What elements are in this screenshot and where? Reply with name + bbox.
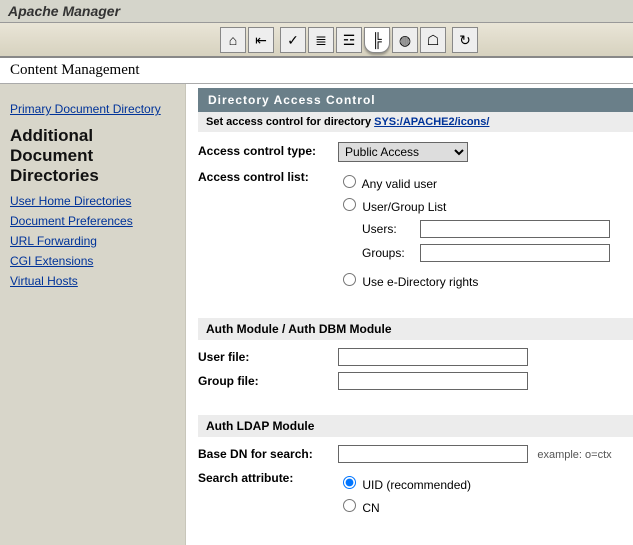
doc-tree-icon[interactable]: ☲ — [336, 27, 362, 53]
radio-user-group[interactable] — [343, 198, 356, 211]
panel-subhead: Set access control for directory SYS:/AP… — [198, 112, 633, 132]
radio-uid-label: UID (recommended) — [362, 478, 471, 492]
app-title-bar: Apache Manager — [0, 0, 633, 23]
section-auth-module: Auth Module / Auth DBM Module — [198, 318, 633, 340]
main-panel: Directory Access Control Set access cont… — [186, 84, 633, 545]
label-groups: Groups: — [362, 246, 417, 260]
label-group-file: Group file: — [198, 372, 338, 388]
users-input[interactable] — [420, 220, 610, 238]
radio-edir[interactable] — [343, 273, 356, 286]
globe-icon[interactable]: ◍ — [392, 27, 418, 53]
tree-icon[interactable]: ╠ — [364, 27, 390, 53]
home-icon[interactable]: ⌂ — [220, 27, 246, 53]
sidebar-heading: Additional Document Directories — [10, 126, 175, 186]
radio-cn-label: CN — [362, 501, 379, 515]
group-file-input[interactable] — [338, 372, 528, 390]
label-search-attr: Search attribute: — [198, 469, 338, 485]
sidebar-item-doc-prefs[interactable]: Document Preferences — [10, 214, 175, 228]
server-icon[interactable]: ☖ — [420, 27, 446, 53]
toolbar: ⌂ ⇤ ✓ ≣ ☲ ╠ ◍ ☖ ↻ — [220, 27, 478, 53]
radio-any-valid-label: Any valid user — [362, 177, 437, 191]
panel-title: Directory Access Control — [198, 88, 633, 112]
directory-link[interactable]: SYS:/APACHE2/icons/ — [374, 116, 489, 128]
label-users: Users: — [362, 222, 417, 236]
breadcrumb: Content Management — [0, 58, 633, 84]
label-ac-list: Access control list: — [198, 168, 338, 184]
radio-edir-label: Use e-Directory rights — [362, 275, 478, 289]
app-title: Apache Manager — [8, 3, 120, 19]
sidebar-item-user-home[interactable]: User Home Directories — [10, 194, 175, 208]
doc-lines-icon[interactable]: ≣ — [308, 27, 334, 53]
label-ac-type: Access control type: — [198, 142, 338, 158]
ac-type-select[interactable]: Public Access — [338, 142, 468, 162]
radio-uid[interactable] — [343, 476, 356, 489]
radio-any-valid[interactable] — [343, 175, 356, 188]
user-file-input[interactable] — [338, 348, 528, 366]
exit-icon[interactable]: ⇤ — [248, 27, 274, 53]
doc-check-icon[interactable]: ✓ — [280, 27, 306, 53]
base-dn-input[interactable] — [338, 445, 528, 463]
label-user-file: User file: — [198, 348, 338, 364]
section-ldap-module: Auth LDAP Module — [198, 415, 633, 437]
refresh-icon[interactable]: ↻ — [452, 27, 478, 53]
toolbar-region: ⌂ ⇤ ✓ ≣ ☲ ╠ ◍ ☖ ↻ — [0, 23, 633, 58]
base-dn-hint: example: o=ctx — [537, 449, 611, 461]
sidebar-item-cgi[interactable]: CGI Extensions — [10, 254, 175, 268]
sidebar-item-vhosts[interactable]: Virtual Hosts — [10, 274, 175, 288]
radio-cn[interactable] — [343, 499, 356, 512]
sidebar-item-url-forwarding[interactable]: URL Forwarding — [10, 234, 175, 248]
sidebar-primary-link[interactable]: Primary Document Directory — [10, 102, 175, 116]
sidebar: Primary Document Directory Additional Do… — [0, 84, 186, 545]
radio-user-group-label: User/Group List — [362, 200, 446, 214]
label-base-dn: Base DN for search: — [198, 445, 338, 461]
groups-input[interactable] — [420, 244, 610, 262]
